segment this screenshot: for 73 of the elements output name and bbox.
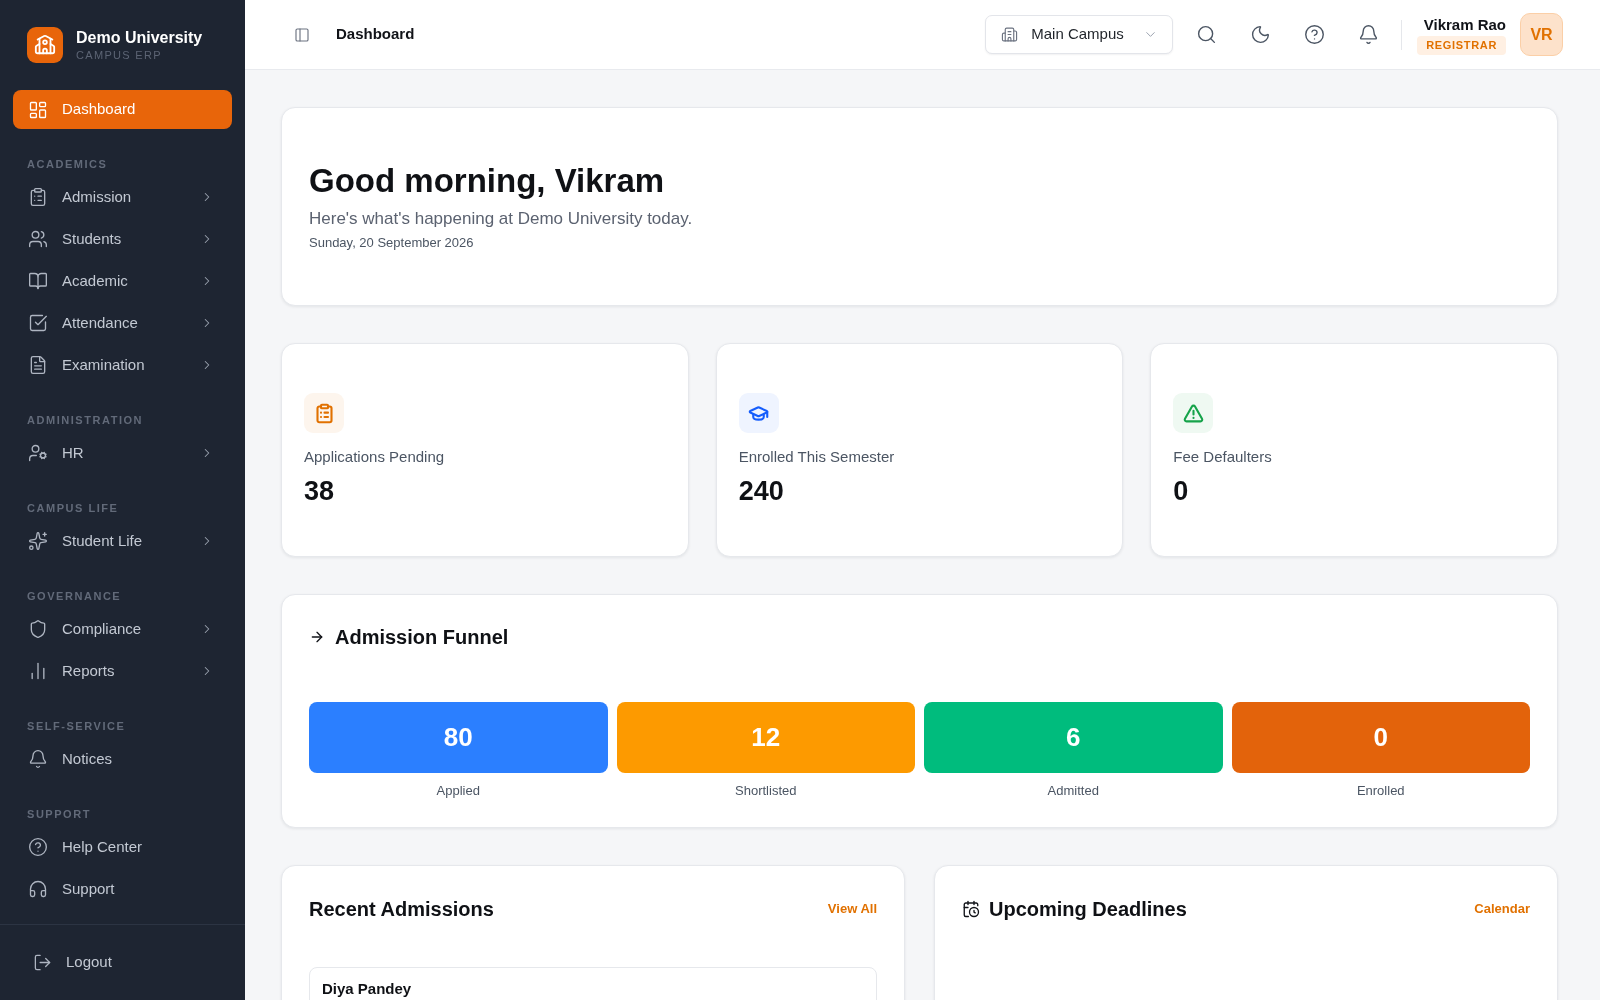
nav-item[interactable]: Examination bbox=[13, 345, 232, 385]
nav-item[interactable]: Students bbox=[13, 219, 232, 259]
nav-item[interactable]: HR bbox=[13, 433, 232, 473]
nav-item[interactable]: Student Life bbox=[13, 521, 232, 561]
brand-subtitle: CAMPUS ERP bbox=[76, 48, 163, 62]
sparkles-icon bbox=[28, 531, 48, 551]
funnel-stage-label: Admitted bbox=[1047, 782, 1099, 800]
clipboard-icon bbox=[304, 393, 344, 433]
greeting-heading: Good morning, Vikram bbox=[309, 161, 666, 201]
funnel-stage-bar: 12 bbox=[616, 702, 915, 773]
search-icon bbox=[1195, 24, 1217, 45]
nav-section-heading: ACADEMICS bbox=[26, 157, 109, 171]
users-icon bbox=[28, 229, 48, 249]
panel-left-icon bbox=[294, 26, 310, 43]
shield-icon bbox=[28, 619, 48, 639]
nav-item[interactable]: Academic bbox=[13, 261, 232, 301]
page-title: Dashboard bbox=[336, 24, 415, 45]
upcoming-deadlines-title: Upcoming Deadlines bbox=[989, 897, 1187, 922]
funnel-title: Admission Funnel bbox=[335, 625, 509, 650]
stat-value: 38 bbox=[304, 475, 336, 507]
headset-icon bbox=[28, 879, 48, 899]
document-icon bbox=[28, 355, 48, 375]
nav-section-heading: GOVERNANCE bbox=[26, 589, 123, 603]
help-icon bbox=[28, 837, 48, 857]
book-icon bbox=[28, 271, 48, 291]
logout-button[interactable]: Logout bbox=[13, 942, 232, 983]
nav-item[interactable]: Support bbox=[13, 869, 232, 909]
applicant-name: Diya Pandey bbox=[322, 980, 412, 997]
dashboard-grid-icon bbox=[28, 99, 48, 120]
recent-admissions-title: Recent Admissions bbox=[309, 897, 494, 922]
nav-section-heading: ADMINISTRATION bbox=[26, 413, 145, 427]
funnel-stage-label: Enrolled bbox=[1356, 782, 1405, 800]
sidebar-toggle-button[interactable] bbox=[293, 25, 311, 44]
bell-icon bbox=[28, 749, 48, 769]
user-role-badge: REGISTRAR bbox=[1417, 35, 1506, 55]
stat-label: Enrolled This Semester bbox=[738, 447, 896, 467]
current-date: Sunday, 20 September 2026 bbox=[309, 234, 475, 252]
nav-item[interactable]: Attendance bbox=[13, 303, 232, 343]
checkbox-icon bbox=[28, 313, 48, 333]
nav-section-heading: SUPPORT bbox=[26, 807, 92, 821]
funnel-stage-label: Applied bbox=[436, 782, 480, 800]
nav-item[interactable]: Compliance bbox=[13, 609, 232, 649]
clipboard-icon bbox=[28, 187, 48, 207]
user-gear-icon bbox=[28, 443, 48, 463]
brand-name: Demo University bbox=[76, 28, 203, 48]
nav-item[interactable]: Admission bbox=[13, 177, 232, 217]
stat-value: 0 bbox=[1173, 475, 1190, 507]
stat-label: Fee Defaulters bbox=[1173, 447, 1273, 467]
logout-icon bbox=[33, 953, 52, 972]
funnel-stage-bar: 80 bbox=[309, 702, 608, 773]
nav-item[interactable]: Help Center bbox=[13, 827, 232, 867]
funnel-stage-label: Shortlisted bbox=[735, 782, 797, 800]
help-icon bbox=[1303, 24, 1325, 45]
stat-value: 240 bbox=[738, 475, 785, 507]
arrow-right-icon bbox=[309, 629, 325, 645]
nav-item[interactable]: Notices bbox=[13, 739, 232, 779]
funnel-stage-bar: 0 bbox=[1231, 702, 1530, 773]
nav-item[interactable]: Reports bbox=[13, 651, 232, 691]
campus-select[interactable]: Main Campus bbox=[985, 15, 1174, 54]
user-name: Vikram Rao bbox=[1423, 14, 1506, 35]
building-icon bbox=[1001, 26, 1019, 43]
nav-section-heading: CAMPUS LIFE bbox=[26, 501, 120, 515]
nav-section-heading: SELF-SERVICE bbox=[26, 719, 127, 733]
admission-item-card[interactable]: Diya Pandey bbox=[309, 967, 877, 1000]
moon-icon bbox=[1249, 24, 1271, 45]
stat-label: Applications Pending bbox=[304, 447, 446, 467]
funnel-stage-bar: 6 bbox=[924, 702, 1223, 773]
bell-icon bbox=[1357, 24, 1379, 45]
school-logo-icon bbox=[27, 27, 63, 63]
welcome-subtitle: Here's what's happening at Demo University today. bbox=[309, 208, 694, 230]
warning-icon bbox=[1173, 393, 1214, 433]
graduation-cap-icon bbox=[738, 393, 779, 433]
calendar-clock-icon bbox=[962, 900, 980, 918]
